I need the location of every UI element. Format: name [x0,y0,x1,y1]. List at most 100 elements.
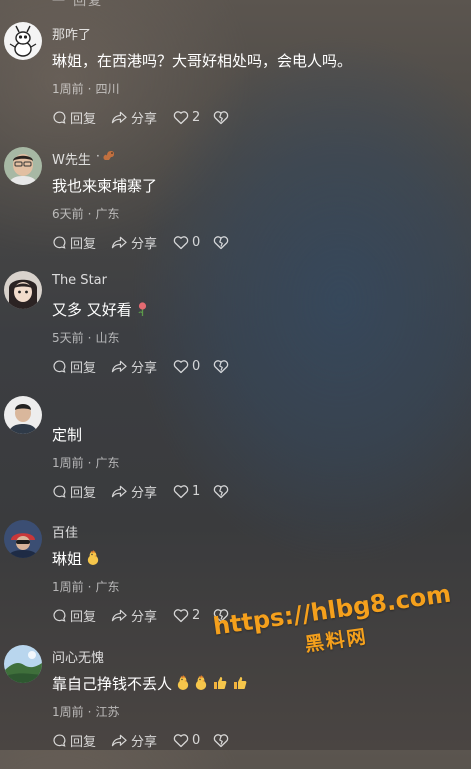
share-button[interactable]: 分享 [111,233,158,252]
reply-label: 回复 [70,236,97,252]
comment-text: 靠自己挣钱不丢人 [52,673,248,695]
reply-label: 回复 [70,111,97,127]
comment-time: 6天前 [52,207,84,221]
share-label: 分享 [131,734,158,750]
comment-text: 琳姐，在西港吗？大哥好相处吗，会电人吗。 [52,50,352,71]
like-count: 0 [192,234,201,250]
comment-time: 1周前 [52,705,84,719]
comment-time: 1周前 [52,456,84,470]
comment-text: 又多 又好看 [52,299,149,321]
ant-avatar-icon [4,22,42,60]
reply-bubble-icon [53,733,66,747]
share-arrow-icon [111,485,127,497]
comment-text-content: 我也来柬埔寨了 [52,177,158,195]
comment-item: 那咋了 琳姐，在西港吗？大哥好相处吗，会电人吗。 1周前 · 四川 回复 分享 2 [0,22,471,146]
reply-button[interactable]: 回复 [52,606,97,625]
broken-heart-icon [213,235,229,249]
comment-text: 我也来柬埔寨了 [52,175,157,196]
like-count: 2 [192,607,201,623]
comment-text: 定制 [52,424,82,445]
like-button[interactable]: 0 [173,357,200,375]
girl-avatar-icon [4,271,42,309]
like-button[interactable]: 0 [173,233,200,251]
share-button[interactable]: 分享 [111,357,157,376]
previous-comment-fragment: 一 回复 [52,0,104,9]
dislike-button[interactable] [213,108,232,126]
reply-label: 回复 [70,360,97,376]
like-button[interactable]: 2 [173,108,200,126]
landscape-avatar-icon [4,645,42,683]
comment-meta: 1周前 · 广东 [52,456,120,470]
rose-emoji-icon [136,301,149,321]
heart-icon [173,608,189,622]
reply-label: 回复 [70,734,97,750]
broken-heart-icon [213,110,229,124]
like-count: 0 [192,732,201,748]
like-button[interactable]: 0 [173,731,200,749]
comment-location: 四川 [95,82,120,96]
share-arrow-icon [111,609,127,621]
dislike-button[interactable] [213,731,232,749]
heart-icon [173,733,189,747]
comment-location: 广东 [95,580,120,594]
share-button[interactable]: 分享 [111,606,158,625]
share-label: 分享 [131,485,158,501]
reply-button[interactable]: 回复 [52,482,96,501]
reply-bubble-icon [53,608,66,622]
comment-username[interactable]: 那咋了 [52,24,91,43]
avatar[interactable] [4,22,42,60]
thumbs-up-icon [232,675,248,695]
comment-text: 琳姐 [52,548,100,570]
comment-text-content: 定制 [52,426,83,444]
reply-bubble-icon [53,359,66,373]
dislike-button[interactable] [213,482,232,500]
squirrel-icon [103,151,114,160]
like-button[interactable]: 1 [173,482,200,500]
broken-heart-icon [213,484,229,498]
comment-username[interactable]: 问心无愧 [52,647,104,666]
comment-text-content: 靠自己挣钱不丢人 [52,675,173,693]
thumbs-up-icon [212,675,228,695]
badge-separator: · [96,149,100,163]
comment-time: 1周前 [52,82,84,96]
heart-icon [173,484,189,498]
share-button[interactable]: 分享 [111,482,158,501]
avatar[interactable] [4,645,42,683]
comment-username[interactable]: The Star [52,273,107,288]
comment-time: 1周前 [52,580,84,594]
share-label: 分享 [131,609,158,625]
share-button[interactable]: 分享 [111,731,158,750]
reply-label: 回复 [70,609,97,625]
comment-text-content: 又多 又好看 [52,301,132,319]
share-arrow-icon [111,360,127,372]
share-label: 分享 [131,111,158,127]
like-count: 0 [192,358,201,374]
man-avatar-icon [4,396,42,434]
comment-meta: 1周前 · 江苏 [52,705,120,719]
share-label: 分享 [131,236,158,252]
comment-username[interactable]: W先生 [52,149,91,168]
share-arrow-icon [111,111,127,123]
comment-username[interactable]: 百佳 [52,522,78,541]
comment-text-content: 琳姐 [52,550,83,568]
chick-emoji-icon [194,674,208,695]
reply-button[interactable]: 回复 [52,108,97,127]
like-button[interactable]: 2 [173,606,200,624]
heart-icon [173,110,189,124]
comment-item: The Star 又多 又好看 5天前 · 山东 回复 分享 0 [0,271,471,395]
avatar[interactable] [4,520,42,558]
reply-button[interactable]: 回复 [52,731,97,750]
dislike-button[interactable] [213,357,232,375]
comment-location: 山东 [95,331,120,345]
avatar[interactable] [4,271,42,309]
share-button[interactable]: 分享 [111,108,158,127]
chick-emoji-icon [176,674,190,695]
avatar[interactable] [4,396,42,434]
heart-icon [173,235,189,249]
reply-button[interactable]: 回复 [52,357,97,376]
user-badge: · [96,149,116,163]
broken-heart-icon [213,733,229,747]
avatar[interactable] [4,147,42,185]
reply-button[interactable]: 回复 [52,233,97,252]
dislike-button[interactable] [213,233,232,251]
